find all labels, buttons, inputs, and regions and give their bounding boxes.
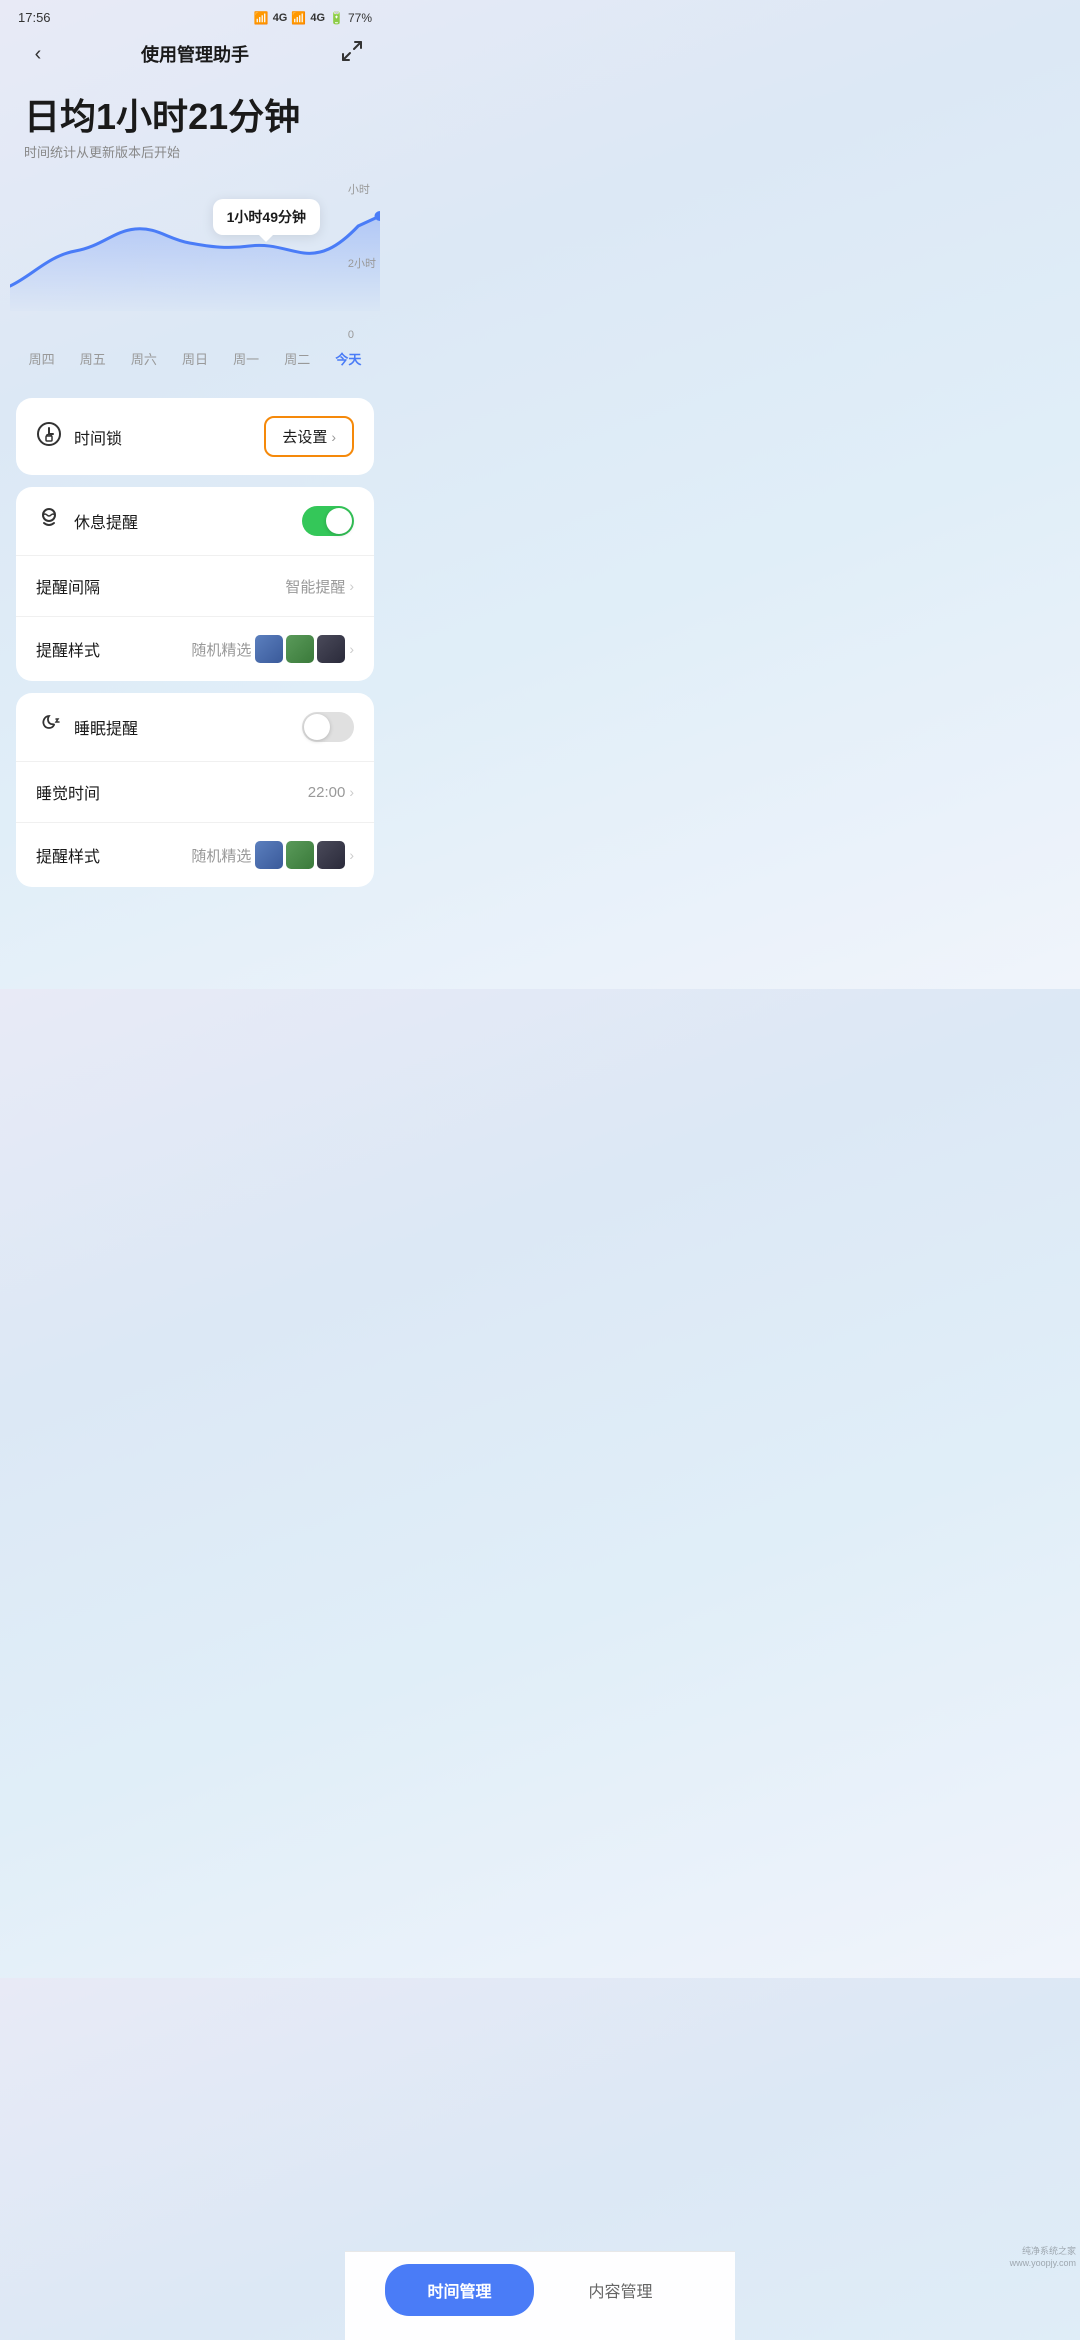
sleep-toggle-knob: [304, 714, 330, 740]
sleep-thumb-2: [286, 841, 314, 869]
day-sun: 周日: [182, 349, 208, 368]
chart-y-labels: 小时 2小时 0: [348, 181, 376, 341]
rest-icon: [36, 505, 62, 537]
rest-interval-row[interactable]: 提醒间隔 智能提醒 ›: [16, 556, 374, 617]
goto-settings-button[interactable]: 去设置 ›: [264, 416, 354, 457]
rest-thumb-1: [255, 635, 283, 663]
time-lock-card: 时间锁 去设置 ›: [16, 398, 374, 475]
hour-unit: 小时: [116, 96, 188, 137]
sleep-style-chevron: ›: [349, 847, 354, 863]
day-mon: 周一: [233, 349, 259, 368]
page-title: 使用管理助手: [56, 41, 334, 67]
day-tue: 周二: [284, 349, 310, 368]
sleep-icon: [36, 711, 62, 743]
rest-label: 休息提醒: [74, 509, 302, 533]
time-management-tab[interactable]: 时间管理: [385, 2264, 534, 2316]
sleep-toggle[interactable]: [302, 712, 354, 742]
sleep-header-row: 睡眠提醒: [16, 693, 374, 762]
rest-style-chevron: ›: [349, 641, 354, 657]
day-thu: 周四: [29, 349, 55, 368]
4g-icon: 4G: [273, 12, 288, 24]
time-lock-row: 时间锁 去设置 ›: [16, 398, 374, 475]
bottom-nav: 时间管理 内容管理: [345, 2251, 735, 2340]
sleep-time-chevron: ›: [349, 784, 354, 800]
chart-tooltip: 1小时49分钟: [213, 199, 320, 235]
rest-thumb-3: [317, 635, 345, 663]
sleep-reminder-card: 睡眠提醒 睡觉时间 22:00 › 提醒样式 随机精选 ›: [16, 693, 374, 887]
back-button[interactable]: ‹: [20, 43, 56, 66]
rest-interval-value: 智能提醒 ›: [285, 576, 354, 597]
goto-settings-chevron: ›: [331, 429, 336, 445]
rest-reminder-card: 休息提醒 提醒间隔 智能提醒 › 提醒样式 随机精选 ›: [16, 487, 374, 681]
stats-subtitle: 时间统计从更新版本后开始: [24, 142, 366, 161]
rest-interval-label: 提醒间隔: [36, 574, 285, 598]
rest-style-row[interactable]: 提醒样式 随机精选 ›: [16, 617, 374, 681]
sleep-style-label: 提醒样式: [36, 843, 191, 867]
chart-container: 小时 2小时 0 1小时49分钟: [10, 181, 380, 341]
day-sat: 周六: [131, 349, 157, 368]
rest-header-row: 休息提醒: [16, 487, 374, 556]
y-label-2h: 2小时: [348, 255, 376, 271]
signal-icon2: 📶: [291, 11, 306, 25]
stats-section: 日均1小时21分钟 时间统计从更新版本后开始: [0, 85, 390, 161]
status-right: 📶 4G 📶 4G 🔋 77%: [254, 11, 372, 25]
status-bar: 17:56 📶 4G 📶 4G 🔋 77%: [0, 0, 390, 31]
sleep-time-value: 22:00 ›: [308, 784, 354, 801]
status-time: 17:56: [18, 10, 51, 25]
sleep-label: 睡眠提醒: [74, 715, 302, 739]
chart-svg: [10, 181, 380, 311]
hours-value: 1: [96, 96, 116, 137]
battery-level: 77%: [348, 11, 372, 25]
header: ‹ 使用管理助手: [0, 31, 390, 85]
sleep-time-row[interactable]: 睡觉时间 22:00 ›: [16, 762, 374, 823]
chart-section: 小时 2小时 0 1小时49分钟 周四 周五 周六: [0, 161, 390, 398]
rest-thumb-group: [255, 635, 345, 663]
y-label-top: 小时: [348, 181, 376, 197]
avg-time-display: 日均1小时21分钟: [24, 95, 366, 138]
day-labels: 周四 周五 周六 周日 周一 周二 今天: [0, 341, 390, 388]
watermark: 纯净系统之家www.yoopjy.com: [1010, 2245, 1076, 2270]
day-fri: 周五: [80, 349, 106, 368]
rest-toggle[interactable]: [302, 506, 354, 536]
rest-style-value: 随机精选 ›: [191, 635, 354, 663]
minutes-value: 21: [188, 96, 228, 137]
sleep-style-row[interactable]: 提醒样式 随机精选 ›: [16, 823, 374, 887]
sleep-thumb-1: [255, 841, 283, 869]
sleep-thumb-3: [317, 841, 345, 869]
rest-toggle-knob: [326, 508, 352, 534]
signal-icon: 📶: [254, 11, 269, 25]
sleep-style-value: 随机精选 ›: [191, 841, 354, 869]
rest-interval-chevron: ›: [349, 578, 354, 594]
time-lock-label: 时间锁: [74, 425, 264, 449]
battery-icon: 🔋: [329, 11, 344, 25]
4g-icon2: 4G: [310, 12, 325, 24]
avg-label: 日均: [24, 96, 96, 137]
minute-unit: 分钟: [228, 96, 300, 137]
day-today: 今天: [335, 349, 361, 368]
sleep-thumb-group: [255, 841, 345, 869]
rest-style-label: 提醒样式: [36, 637, 191, 661]
share-button[interactable]: [334, 39, 370, 69]
time-lock-icon: [36, 421, 62, 453]
rest-thumb-2: [286, 635, 314, 663]
sleep-time-label: 睡觉时间: [36, 780, 308, 804]
content-management-tab[interactable]: 内容管理: [546, 2264, 695, 2316]
y-label-0: 0: [348, 329, 376, 341]
